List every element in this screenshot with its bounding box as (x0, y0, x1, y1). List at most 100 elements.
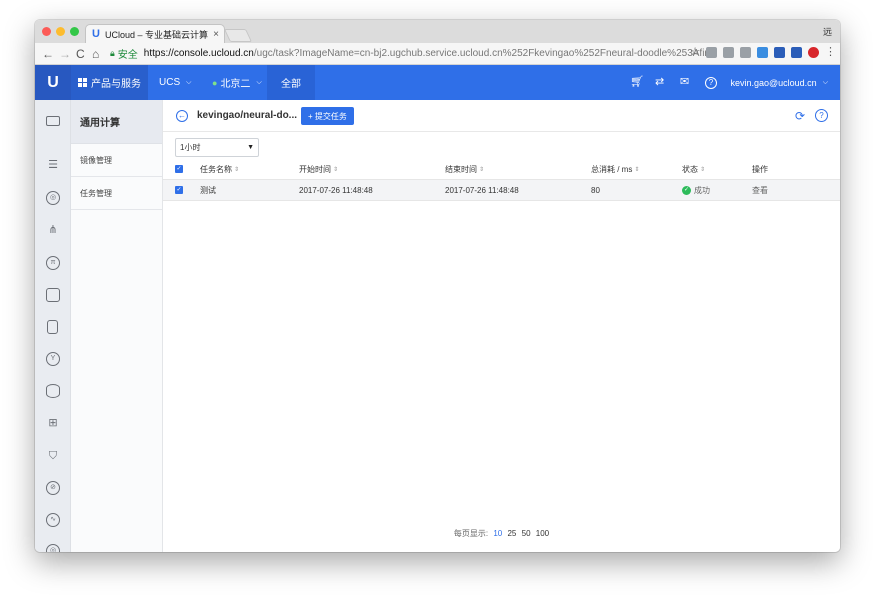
tab-title: UCloud – 专业基础云计算服务 (104, 29, 208, 40)
refresh-icon[interactable]: ⟳ (794, 110, 806, 122)
monitor-circle-icon[interactable]: Y (46, 352, 60, 366)
extension-icon[interactable] (740, 47, 751, 58)
column-status[interactable]: 状态 ⇕ (682, 159, 705, 179)
view-task-link[interactable]: 查看 (752, 180, 768, 200)
products-label: 产品与服务 (91, 79, 141, 90)
chevron-down-icon: ⌵ (186, 78, 192, 86)
service-dropdown[interactable]: UCS ⌵ (159, 65, 191, 100)
adblock-icon[interactable] (808, 47, 819, 58)
maximize-window-button[interactable] (70, 27, 79, 36)
subnav-item-task-management[interactable]: 任务管理 (71, 177, 162, 210)
chevron-down-icon: ⌵ (822, 78, 828, 86)
forward-arrow-icon[interactable]: → (59, 46, 71, 62)
profile-button[interactable]: 远 (823, 25, 832, 38)
console-header: U 产品与服务 UCS ⌵ ● 北京二 ⌵ 全部 🛒︎ ⇄ ✉︎ ? kevin… (35, 65, 840, 100)
subnav-item-image-management[interactable]: 镜像管理 (71, 144, 162, 177)
document-icon[interactable] (47, 320, 58, 334)
back-arrow-icon[interactable]: ← (42, 46, 54, 62)
sort-icon: ⇕ (333, 166, 339, 173)
back-circle-icon[interactable]: ← (176, 110, 188, 122)
tab-close-icon[interactable]: × (208, 29, 224, 40)
vue-devtools-icon[interactable] (723, 47, 734, 58)
scope-button[interactable]: 全部 (267, 65, 315, 100)
bookmark-star-icon[interactable]: ☆ (690, 47, 700, 58)
task-table: ✓ 任务名称 ⇕ 开始时间 ⇕ 结束时间 ⇕ 总消耗 / ms ⇕ 状态 ⇕ 操作 ✓ 测… (163, 159, 840, 201)
column-duration[interactable]: 总消耗 / ms ⇕ (591, 159, 639, 179)
account-label: kevin.gao@ucloud.cn (730, 77, 817, 88)
task-duration: 80 (591, 185, 600, 195)
new-tab-button[interactable] (223, 29, 253, 42)
page-size-option[interactable]: 25 (507, 529, 516, 538)
products-menu-button[interactable]: 产品与服务 (71, 65, 148, 100)
secure-label: 安全 (117, 50, 138, 61)
extension-icon[interactable] (774, 47, 785, 58)
close-window-button[interactable] (42, 27, 51, 36)
tab-strip: U UCloud – 专业基础云计算服务 × 远 (35, 20, 840, 43)
mail-icon[interactable]: ✉︎ (680, 76, 689, 89)
chevron-down-icon: ⌵ (256, 78, 262, 86)
status-badge: 成功 (694, 185, 710, 195)
scope-label: 全部 (281, 79, 301, 90)
column-name[interactable]: 任务名称 ⇕ (200, 159, 239, 179)
sort-icon: ⇕ (634, 166, 640, 173)
task-start-time: 2017-07-26 11:48:48 (299, 185, 373, 195)
transfer-icon[interactable]: ⇄ (655, 76, 664, 89)
extension-icon[interactable] (791, 47, 802, 58)
url-path: /ugc/task?ImageName=cn-bj2.ugchub.servic… (253, 48, 716, 59)
sort-icon: ⇕ (700, 166, 706, 173)
url-host: console.ucloud.cn (173, 48, 254, 59)
url-scheme: https:// (143, 48, 174, 59)
column-start[interactable]: 开始时间 ⇕ (299, 159, 338, 179)
extension-icons: ☆ ⋮ (690, 47, 836, 58)
block-icon[interactable]: ⊘ (46, 481, 60, 495)
icon-sidebar: ☰ ◎ ⋔ π Y ⊞ ⛉ ⊘ ∿ ◎ (35, 100, 71, 552)
sort-icon: ⇕ (234, 166, 240, 173)
cdn-icon[interactable]: π (46, 256, 60, 270)
extension-icon[interactable] (706, 47, 717, 58)
checkbox-checked-icon: ✓ (175, 186, 183, 194)
apps-icon[interactable]: ⊞ (46, 416, 60, 430)
reload-icon[interactable]: C (76, 46, 85, 62)
success-check-icon: ✓ (682, 185, 691, 195)
sub-sidebar: 通用计算 镜像管理 任务管理 (71, 100, 163, 552)
time-range-select[interactable]: 1小时 ▼ (175, 138, 259, 157)
disk-icon[interactable] (46, 288, 60, 302)
database-icon[interactable]: ◎ (46, 191, 60, 205)
dropdown-arrow-icon: ▼ (247, 144, 254, 151)
row-checkbox[interactable]: ✓ (175, 180, 183, 200)
network-icon[interactable]: ⋔ (46, 223, 60, 237)
column-end[interactable]: 结束时间 ⇕ (445, 159, 484, 179)
page-size-option[interactable]: 100 (536, 529, 549, 538)
submit-task-button[interactable]: + 提交任务 (301, 107, 354, 125)
help-icon[interactable]: ? (705, 77, 717, 89)
minimize-window-button[interactable] (56, 27, 65, 36)
home-icon[interactable]: ⌂ (92, 46, 99, 62)
help-circle-icon[interactable]: ? (815, 109, 828, 122)
location-pin-icon: ● (212, 77, 218, 88)
pulse-icon[interactable]: ∿ (46, 513, 60, 527)
more-icon[interactable]: ◎ (46, 544, 60, 552)
table-row[interactable]: ✓ 测试 2017-07-26 11:48:48 2017-07-26 11:4… (163, 179, 840, 201)
select-all-checkbox[interactable]: ✓ (175, 159, 183, 179)
sort-icon: ⇕ (479, 166, 485, 173)
monitor-icon[interactable] (46, 116, 60, 126)
browser-toolbar: ← → C ⌂ 🔒︎ 安全 https://console.ucloud.cn /… (35, 43, 840, 65)
browser-tab[interactable]: U UCloud – 专业基础云计算服务 × (85, 24, 225, 43)
cylinder-icon[interactable] (46, 384, 60, 398)
grid-icon (78, 78, 87, 87)
shield-icon[interactable]: ⛉ (46, 449, 60, 463)
region-dropdown[interactable]: ● 北京二 ⌵ (212, 65, 262, 100)
time-range-value: 1小时 (180, 143, 201, 152)
page-size-option[interactable]: 50 (522, 529, 531, 538)
extension-icon[interactable] (757, 47, 768, 58)
browser-window: U UCloud – 专业基础云计算服务 × 远 ← → C ⌂ 🔒︎ 安全 h… (35, 20, 840, 552)
ucloud-logo[interactable]: U (35, 65, 71, 100)
page-size-option[interactable]: 10 (493, 529, 502, 538)
storage-icon[interactable]: ☰ (46, 158, 60, 172)
checkbox-checked-icon: ✓ (175, 165, 183, 173)
cart-icon[interactable]: 🛒︎ (630, 76, 644, 89)
table-header: ✓ 任务名称 ⇕ 开始时间 ⇕ 结束时间 ⇕ 总消耗 / ms ⇕ 状态 ⇕ 操作 (163, 159, 840, 179)
browser-menu-icon[interactable]: ⋮ (825, 47, 836, 58)
account-menu[interactable]: kevin.gao@ucloud.cn ⌵ (730, 65, 828, 100)
address-bar[interactable]: 🔒︎ 安全 https://console.ucloud.cn/ugc/task… (110, 45, 750, 62)
